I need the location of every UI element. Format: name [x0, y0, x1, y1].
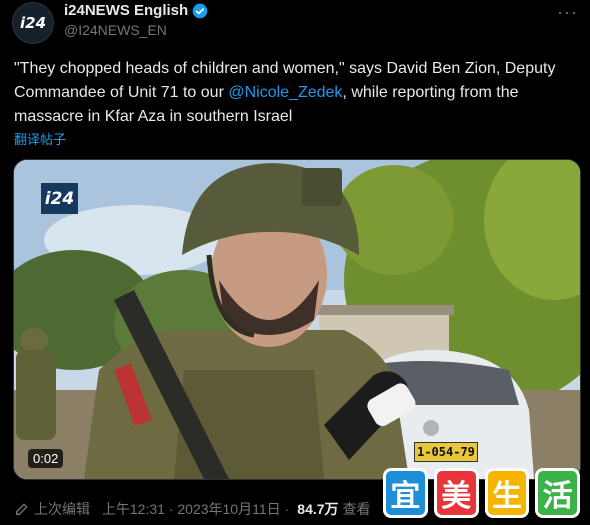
timestamp[interactable]: 上午12:31 · 2023年10月11日 — [102, 499, 281, 519]
video-time-badge: 0:02 — [28, 449, 64, 468]
tweet-footer: 上次编辑 上午12:31 · 2023年10月11日 · 84.7万 查看 — [14, 499, 371, 519]
more-icon[interactable]: ··· — [557, 2, 578, 23]
watermark: 宜 美 生 活 — [383, 465, 580, 520]
verified-badge-icon — [192, 3, 208, 18]
video-frame — [14, 160, 580, 479]
display-name[interactable]: i24NEWS English — [64, 2, 188, 19]
account-avatar[interactable]: i24 — [12, 2, 54, 44]
video-player[interactable]: i24 1-054-79 0:02 — [13, 159, 581, 480]
watermark-char: 美 — [433, 467, 479, 518]
license-plate: 1-054-79 — [414, 442, 478, 462]
watermark-char: 活 — [535, 467, 580, 518]
views-count: 84.7万 — [297, 501, 339, 517]
watermark-char: 生 — [484, 467, 530, 518]
mention-link[interactable]: @Nicole_Zedek — [228, 84, 342, 101]
views-label: 查看 — [342, 501, 371, 517]
account-handle[interactable]: @I24NEWS_EN — [64, 22, 167, 38]
translate-post-link[interactable]: 翻译帖子 — [14, 129, 66, 148]
edited-label[interactable]: 上次编辑 — [34, 499, 90, 519]
account-name-row: i24NEWS English — [64, 2, 208, 19]
tweet-text: "They chopped heads of children and wome… — [14, 57, 579, 129]
channel-logo: i24 — [41, 183, 78, 214]
watermark-char: 宜 — [383, 467, 428, 518]
edit-icon — [16, 503, 28, 515]
